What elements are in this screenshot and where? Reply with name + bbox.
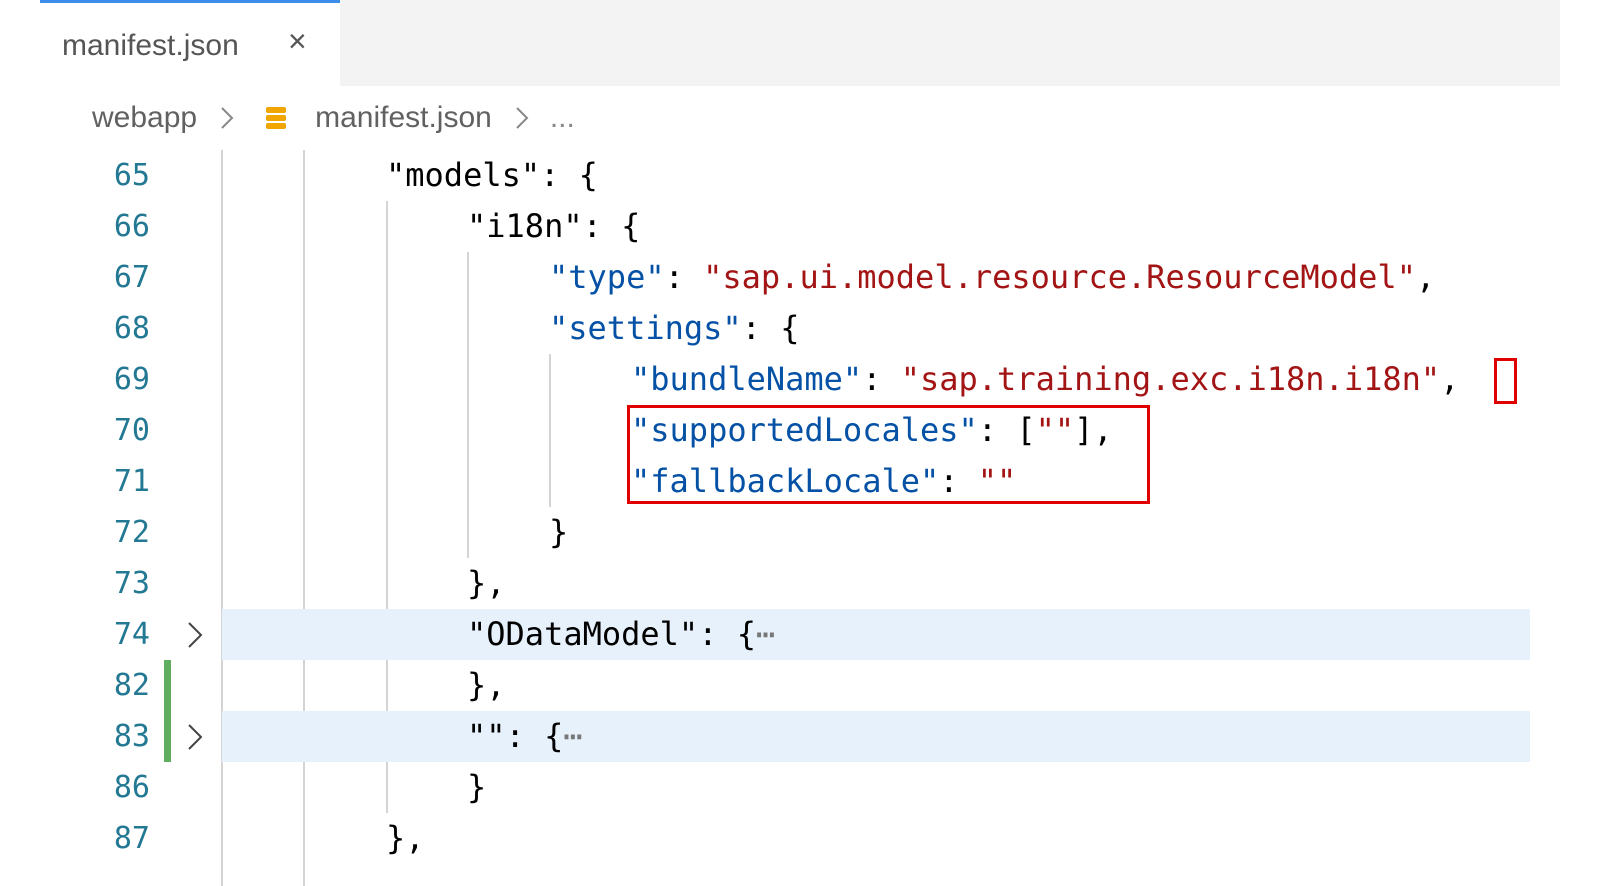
line-number: 71 bbox=[113, 464, 150, 499]
close-icon[interactable]: × bbox=[288, 25, 307, 57]
code-token: , bbox=[1440, 360, 1460, 398]
code-line[interactable]: 66 "i18n": { bbox=[0, 201, 1530, 252]
breadcrumb-file[interactable]: manifest.json bbox=[315, 101, 492, 135]
line-number: 74 bbox=[113, 617, 150, 652]
line-number: 73 bbox=[113, 566, 150, 601]
line-number: 68 bbox=[113, 311, 150, 346]
line-number: 86 bbox=[113, 770, 150, 805]
line-number: 69 bbox=[113, 362, 150, 397]
code-token: "ODataModel": { bbox=[467, 615, 756, 653]
code-line[interactable]: 73}, bbox=[0, 558, 1530, 609]
code-text: } bbox=[549, 507, 568, 558]
code-text: "ODataModel": {⋯ bbox=[467, 609, 775, 660]
code-token: "type" bbox=[549, 258, 665, 296]
highlight-box-comma bbox=[1494, 358, 1517, 404]
code-text: "i18n": { bbox=[467, 201, 640, 252]
code-text: "models": { bbox=[386, 150, 598, 201]
chevron-right-icon bbox=[514, 105, 530, 131]
code-token: , bbox=[1415, 258, 1436, 296]
code-text: }, bbox=[386, 813, 425, 864]
fold-chevron-right-icon[interactable] bbox=[180, 609, 210, 660]
git-change-marker bbox=[164, 660, 171, 711]
tab-label[interactable]: manifest.json bbox=[62, 29, 239, 63]
breadcrumb-more[interactable]: ... bbox=[550, 101, 575, 135]
line-number: 87 bbox=[113, 821, 150, 856]
code-token: "i18n": { bbox=[467, 207, 641, 245]
line-number: 65 bbox=[113, 158, 150, 193]
line-number: 72 bbox=[113, 515, 150, 550]
code-line[interactable]: 68 "settings": { bbox=[0, 303, 1530, 354]
fold-ellipsis[interactable]: ⋯ bbox=[563, 717, 582, 755]
code-line[interactable]: 65 "models": { bbox=[0, 150, 1530, 201]
code-token: "sap.ui.model.resource.ResourceModel" bbox=[703, 258, 1416, 296]
fold-ellipsis[interactable]: ⋯ bbox=[756, 615, 775, 653]
line-number: 83 bbox=[113, 719, 150, 754]
code-token: "settings" bbox=[549, 309, 742, 347]
code-line[interactable]: 87}, bbox=[0, 813, 1530, 864]
code-text: }, bbox=[467, 660, 506, 711]
line-number: 67 bbox=[113, 260, 150, 295]
folded-line-highlight bbox=[222, 711, 1530, 762]
code-token: "sap.training.exc.i18n.i18n" bbox=[900, 360, 1441, 398]
code-token: : { bbox=[741, 309, 800, 347]
code-token: "bundleName" bbox=[631, 360, 863, 398]
line-number: 70 bbox=[113, 413, 150, 448]
code-text: }, bbox=[467, 558, 506, 609]
code-token: }, bbox=[467, 666, 506, 704]
code-editor[interactable]: 65 "models": { 66 "i18n": { 67 "type": "sap.u… bbox=[0, 150, 1530, 886]
breadcrumb: webapp manifest.json ... bbox=[92, 96, 575, 140]
json-file-icon bbox=[265, 105, 287, 131]
folded-line-highlight bbox=[222, 609, 1530, 660]
git-change-marker bbox=[164, 711, 171, 762]
code-token: "models": { bbox=[386, 156, 598, 194]
line-number: 82 bbox=[113, 668, 150, 703]
fold-chevron-right-icon[interactable] bbox=[180, 711, 210, 762]
code-line[interactable]: 86} bbox=[0, 762, 1530, 813]
breadcrumb-folder[interactable]: webapp bbox=[92, 101, 197, 135]
code-line[interactable]: 72} bbox=[0, 507, 1530, 558]
code-line[interactable]: 82}, bbox=[0, 660, 1530, 711]
tab-manifest-json[interactable]: manifest.json × bbox=[40, 0, 340, 86]
chevron-right-icon bbox=[219, 105, 235, 131]
code-token: } bbox=[467, 768, 487, 806]
code-text: "type": "sap.ui.model.resource.ResourceM… bbox=[549, 252, 1435, 303]
code-token: : bbox=[862, 360, 901, 398]
code-line[interactable]: 69 "bundleName": "sap.training.exc.i18n.i… bbox=[0, 354, 1530, 405]
code-token: : bbox=[664, 258, 704, 296]
code-line[interactable]: 74 "ODataModel": {⋯ bbox=[0, 609, 1530, 660]
code-text: "bundleName": "sap.training.exc.i18n.i18… bbox=[631, 354, 1459, 405]
code-text: "settings": { bbox=[549, 303, 799, 354]
line-number: 66 bbox=[113, 209, 150, 244]
code-token: "": { bbox=[467, 717, 564, 755]
highlight-box-locales bbox=[627, 405, 1150, 504]
code-token: }, bbox=[467, 564, 506, 602]
code-text: "": {⋯ bbox=[467, 711, 583, 762]
code-line[interactable]: 83 "": {⋯ bbox=[0, 711, 1530, 762]
code-token: }, bbox=[386, 819, 425, 857]
code-token: } bbox=[549, 513, 569, 551]
code-text: } bbox=[467, 762, 486, 813]
code-line[interactable]: 67 "type": "sap.ui.model.resource.Resourc… bbox=[0, 252, 1530, 303]
tab-bar: manifest.json × bbox=[40, 0, 1560, 86]
